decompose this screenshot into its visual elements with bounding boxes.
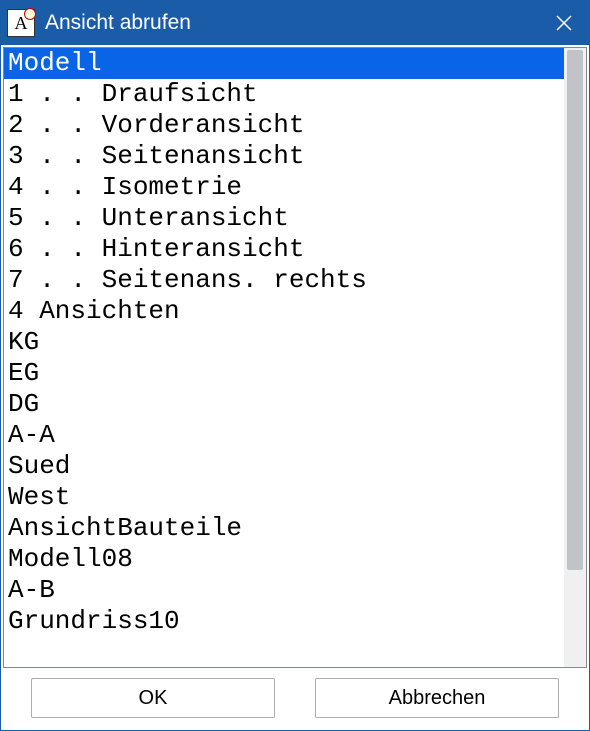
list-item[interactable]: 2 . . Vorderansicht: [4, 110, 564, 141]
cancel-button[interactable]: Abbrechen: [315, 678, 559, 718]
window-title: Ansicht abrufen: [45, 11, 539, 35]
scrollbar[interactable]: [564, 48, 586, 667]
list-item[interactable]: AnsichtBauteile: [4, 513, 564, 544]
list-item[interactable]: 3 . . Seitenansicht: [4, 141, 564, 172]
list-item[interactable]: Modell08: [4, 544, 564, 575]
list-item[interactable]: 4 Ansichten: [4, 296, 564, 327]
list-item[interactable]: West: [4, 482, 564, 513]
app-icon-letter: A: [15, 13, 28, 34]
app-icon: A: [7, 9, 35, 37]
list-item[interactable]: Sued: [4, 451, 564, 482]
listbox-container: Modell1 . . Draufsicht2 . . Vorderansich…: [3, 47, 587, 668]
ok-button[interactable]: OK: [31, 678, 275, 718]
list-item[interactable]: 7 . . Seitenans. rechts: [4, 265, 564, 296]
list-item[interactable]: EG: [4, 358, 564, 389]
titlebar: A Ansicht abrufen: [1, 1, 589, 45]
list-item[interactable]: 6 . . Hinteransicht: [4, 234, 564, 265]
list-item[interactable]: 5 . . Unteransicht: [4, 203, 564, 234]
dialog-content: Modell1 . . Draufsicht2 . . Vorderansich…: [1, 45, 589, 730]
list-item[interactable]: A-B: [4, 575, 564, 606]
list-item[interactable]: Grundriss10: [4, 606, 564, 637]
list-item[interactable]: Modell: [4, 48, 564, 79]
close-icon: [556, 15, 572, 31]
list-item[interactable]: DG: [4, 389, 564, 420]
list-item[interactable]: KG: [4, 327, 564, 358]
close-button[interactable]: [539, 1, 589, 45]
view-listbox[interactable]: Modell1 . . Draufsicht2 . . Vorderansich…: [4, 48, 564, 667]
list-item[interactable]: 1 . . Draufsicht: [4, 79, 564, 110]
list-item[interactable]: 4 . . Isometrie: [4, 172, 564, 203]
button-row: OK Abbrechen: [1, 668, 589, 730]
scroll-thumb[interactable]: [567, 50, 583, 570]
dialog-window: A Ansicht abrufen Modell1 . . Draufsicht…: [0, 0, 590, 731]
list-item[interactable]: A-A: [4, 420, 564, 451]
